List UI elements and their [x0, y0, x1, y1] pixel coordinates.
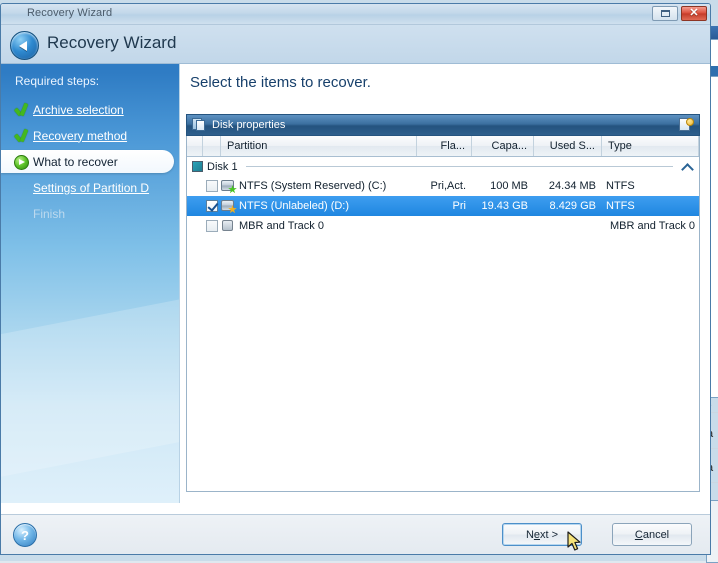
- step-spacer: [13, 180, 31, 196]
- disk-properties-toolbar[interactable]: Disk properties: [186, 114, 700, 136]
- window-body: Required steps: Archive selection Recove…: [1, 64, 710, 538]
- green-arrow-icon: [13, 154, 31, 170]
- table-group-header-disk-1[interactable]: Disk 1: [187, 157, 699, 176]
- cell-type: MBR and Track 0: [602, 220, 699, 232]
- page-title: Select the items to recover.: [190, 74, 371, 91]
- checkbox[interactable]: [206, 180, 218, 192]
- wizard-title: Recovery Wizard: [47, 33, 176, 53]
- column-header-used-space[interactable]: Used S...: [534, 136, 602, 156]
- recovery-wizard-window: Recovery Wizard ✕ Recovery Wizard Requir…: [0, 3, 711, 555]
- sidebar-item-label: What to recover: [33, 155, 118, 169]
- partition-orange-star-icon: [221, 199, 236, 213]
- cell-flags: Pri,Act.: [417, 180, 472, 192]
- column-header-capacity[interactable]: Capa...: [472, 136, 534, 156]
- table-group-label: Disk 1: [207, 161, 238, 173]
- table-row[interactable]: NTFS (Unlabeled) (D:) Pri 19.43 GB 8.429…: [187, 196, 699, 216]
- back-arrow-icon: [19, 41, 27, 51]
- details-icon[interactable]: [678, 118, 694, 133]
- cell-capacity: 19.43 GB: [472, 200, 534, 212]
- cell-partition-label: NTFS (System Reserved) (C:): [239, 180, 386, 192]
- sidebar-heading: Required steps:: [15, 74, 99, 88]
- column-header-spacer-1[interactable]: [187, 136, 203, 156]
- cell-partition-label: MBR and Track 0: [239, 220, 324, 232]
- group-rule: [246, 166, 673, 167]
- sidebar-item-finish: Finish: [1, 202, 179, 225]
- close-icon: ✕: [689, 8, 698, 19]
- cell-used-space: 24.34 MB: [534, 180, 602, 192]
- cell-used-space: 8.429 GB: [534, 200, 602, 212]
- step-spacer: [13, 206, 31, 222]
- sidebar-item-label: Settings of Partition D: [33, 181, 149, 195]
- cancel-button-label: Cancel: [635, 529, 669, 541]
- sidebar-item-label: Recovery method: [33, 129, 127, 143]
- next-button[interactable]: Next >: [502, 523, 582, 546]
- disk-icon: [192, 161, 203, 172]
- close-button[interactable]: ✕: [681, 6, 707, 21]
- cell-type: NTFS: [602, 200, 699, 212]
- table-header-row: Partition Fla... Capa... Used S... Type: [187, 136, 699, 157]
- cell-capacity: 100 MB: [472, 180, 534, 192]
- checkbox-checked[interactable]: [206, 200, 218, 212]
- column-header-partition[interactable]: Partition: [221, 136, 417, 156]
- sidebar-item-label: Finish: [33, 207, 65, 221]
- cell-partition-label: NTFS (Unlabeled) (D:): [239, 200, 349, 212]
- table-row[interactable]: MBR and Track 0 MBR and Track 0: [187, 216, 699, 236]
- wizard-steps-sidebar: Required steps: Archive selection Recove…: [1, 64, 180, 503]
- checkbox[interactable]: [206, 220, 218, 232]
- column-header-type[interactable]: Type: [602, 136, 699, 156]
- chevron-up-icon[interactable]: [681, 160, 695, 174]
- row-checkbox-cell[interactable]: [203, 200, 221, 212]
- wizard-header: Recovery Wizard: [1, 25, 710, 64]
- sidebar-item-label: Archive selection: [33, 103, 124, 117]
- cell-flags: Pri: [417, 200, 472, 212]
- row-checkbox-cell[interactable]: [203, 180, 221, 192]
- main-panel: Select the items to recover. Disk proper…: [180, 64, 710, 538]
- column-header-flags[interactable]: Fla...: [417, 136, 472, 156]
- dialog-footer: ? Next > Cancel: [1, 514, 710, 554]
- partition-green-star-icon: [221, 179, 236, 193]
- cell-partition: MBR and Track 0: [221, 219, 417, 233]
- cell-partition: NTFS (Unlabeled) (D:): [221, 199, 417, 213]
- next-button-label: Next >: [526, 529, 558, 541]
- sidebar-item-archive-selection[interactable]: Archive selection: [1, 98, 179, 121]
- row-checkbox-cell[interactable]: [203, 220, 221, 232]
- window-titlebar: Recovery Wizard ✕: [1, 4, 710, 25]
- restore-button[interactable]: [652, 6, 678, 21]
- disk-properties-icon: [192, 118, 206, 132]
- restore-icon: [661, 10, 670, 17]
- partitions-table: Partition Fla... Capa... Used S... Type …: [186, 136, 700, 492]
- back-button[interactable]: [10, 31, 39, 60]
- sidebar-item-what-to-recover[interactable]: What to recover: [1, 150, 174, 173]
- toolbar-label: Disk properties: [212, 119, 285, 131]
- green-check-icon: [13, 102, 31, 118]
- cancel-button[interactable]: Cancel: [612, 523, 692, 546]
- mbr-disk-icon: [221, 219, 236, 233]
- cell-partition: NTFS (System Reserved) (C:): [221, 179, 417, 193]
- window-title: Recovery Wizard: [27, 7, 112, 19]
- help-label: ?: [21, 528, 29, 543]
- help-icon[interactable]: ?: [13, 523, 37, 547]
- sidebar-item-recovery-method[interactable]: Recovery method: [1, 124, 179, 147]
- sidebar-item-settings-of-partition-d[interactable]: Settings of Partition D: [1, 176, 179, 199]
- cell-type: NTFS: [602, 180, 699, 192]
- column-header-spacer-2[interactable]: [203, 136, 221, 156]
- green-check-icon: [13, 128, 31, 144]
- table-row[interactable]: NTFS (System Reserved) (C:) Pri,Act. 100…: [187, 176, 699, 196]
